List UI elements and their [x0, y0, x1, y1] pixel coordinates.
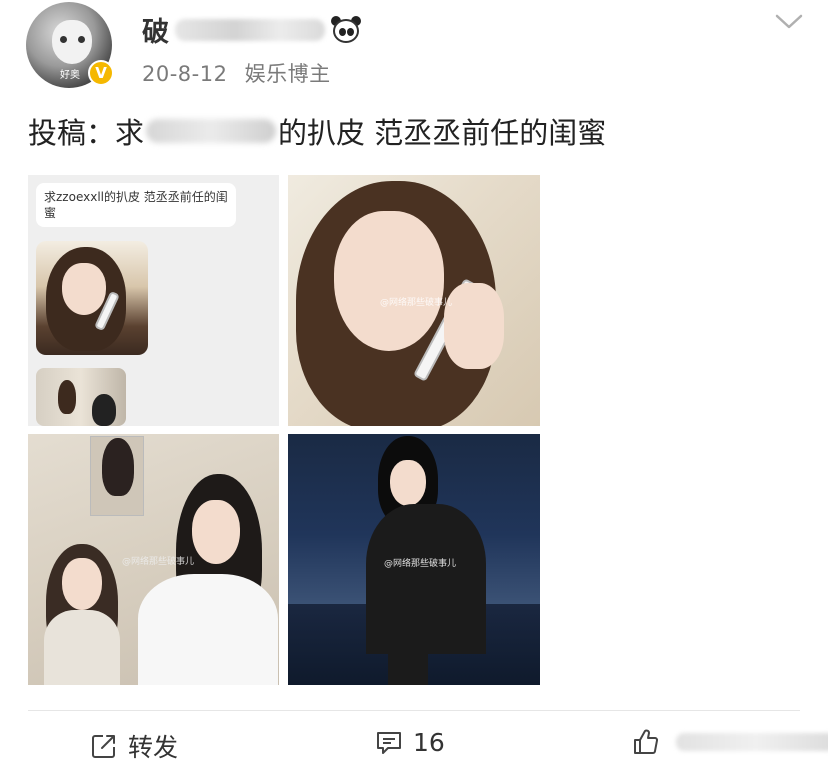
- chevron-down-icon[interactable]: [774, 10, 804, 32]
- post-text-redaction: [146, 119, 277, 143]
- panda-head: [333, 18, 359, 43]
- face: [62, 263, 106, 315]
- like-button[interactable]: [632, 728, 828, 756]
- face: [62, 558, 102, 610]
- body: [44, 610, 120, 685]
- avatar-eye: [60, 36, 67, 43]
- panda-emoji-icon: [331, 15, 361, 44]
- chat-photo-thumbnail: [36, 368, 126, 426]
- repost-button[interactable]: 转发: [90, 728, 178, 764]
- like-count-redaction: [676, 733, 828, 751]
- post-date: 20-8-12: [142, 62, 228, 86]
- comment-button[interactable]: 16: [375, 728, 445, 757]
- face: [390, 460, 426, 506]
- hand: [444, 283, 504, 369]
- avatar-cat-face: [52, 20, 92, 64]
- username-redaction: [175, 18, 325, 41]
- chat-photo: [36, 241, 148, 355]
- post-meta: 20-8-12 娱乐博主: [142, 58, 331, 88]
- hair: [58, 380, 76, 414]
- hair: [92, 394, 116, 426]
- username-text: 破: [142, 17, 169, 48]
- avatar-watermark: 好奥: [60, 70, 80, 81]
- body: [366, 504, 486, 654]
- avatar-eye: [78, 36, 85, 43]
- face: [334, 211, 444, 351]
- comment-count: 16: [413, 728, 445, 757]
- divider: [28, 710, 800, 711]
- image-watermark: @网络那些破事儿: [122, 557, 195, 567]
- image-watermark: @网络那些破事儿: [384, 559, 457, 569]
- post-text-end: 的扒皮 范丞丞前任的闺蜜: [278, 116, 607, 150]
- body: [138, 574, 278, 685]
- post-image-2[interactable]: @网络那些破事儿: [288, 175, 540, 426]
- thumbs-up-icon: [634, 729, 659, 754]
- hair: [102, 438, 134, 496]
- post-image-1[interactable]: 求zzoexxll的扒皮 范丞丞前任的闺蜜: [28, 175, 279, 426]
- post-text: 投稿：求 的扒皮 范丞丞前任的闺蜜: [28, 110, 606, 152]
- legs: [388, 634, 428, 685]
- panda-eye: [339, 27, 346, 36]
- face: [192, 500, 240, 564]
- post-image-3[interactable]: @网络那些破事儿: [28, 434, 279, 685]
- username[interactable]: 破: [142, 10, 361, 49]
- repost-label: 转发: [128, 733, 179, 762]
- chat-message: 求zzoexxll的扒皮 范丞丞前任的闺蜜: [36, 183, 236, 227]
- panda-eye: [347, 27, 354, 36]
- image-watermark: @网络那些破事儿: [380, 298, 453, 308]
- post-text-start: 投稿：求: [28, 116, 145, 150]
- comment-icon: [377, 731, 401, 754]
- user-tag: 娱乐博主: [244, 62, 331, 86]
- post-image-4[interactable]: @网络那些破事儿: [288, 434, 540, 685]
- verified-badge-icon: V: [88, 60, 114, 86]
- share-icon: [92, 735, 115, 758]
